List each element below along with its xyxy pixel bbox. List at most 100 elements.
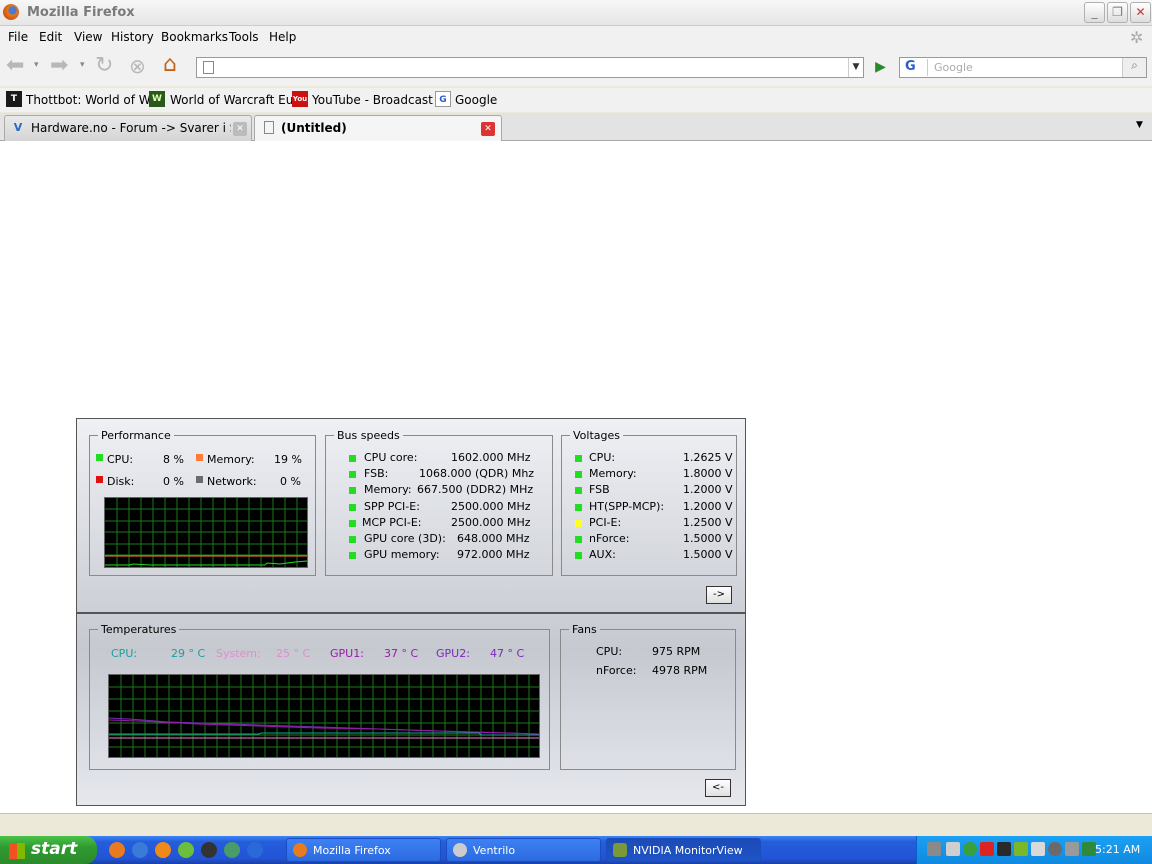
- volume-tray-icon[interactable]: [1031, 842, 1045, 856]
- tray-icon[interactable]: [1082, 842, 1096, 856]
- vlc-quicklaunch-icon[interactable]: [155, 842, 171, 858]
- network-error-tray-icon[interactable]: [980, 842, 994, 856]
- search-engine-icon[interactable]: G: [902, 59, 928, 76]
- taskbar: start Mozilla Firefox Ventrilo NVIDIA Mo…: [0, 836, 1152, 864]
- start-button[interactable]: start: [0, 836, 97, 864]
- forward-dropdown-icon[interactable]: ▾: [80, 60, 85, 70]
- reload-icon[interactable]: ↻: [95, 53, 113, 78]
- messenger-quicklaunch-icon[interactable]: [224, 842, 240, 858]
- bus-mcp-label: MCP PCI-E:: [362, 516, 422, 529]
- voltage-value: 1.8000 V: [683, 467, 733, 480]
- voltage-value: 1.2500 V: [683, 516, 733, 529]
- bus-status-icon: [349, 520, 356, 527]
- menu-file[interactable]: File: [8, 30, 28, 44]
- taskbar-ventrilo[interactable]: Ventrilo: [446, 838, 601, 862]
- expand-button[interactable]: ->: [706, 586, 732, 604]
- tab-label: Hardware.no - Forum -> Svarer i Spør...: [31, 121, 231, 135]
- menu-edit[interactable]: Edit: [39, 30, 62, 44]
- voltage-status-icon: [575, 504, 582, 511]
- fan-cpu-value: 975 RPM: [652, 645, 701, 658]
- stop-icon[interactable]: ⊗: [129, 54, 146, 78]
- tab-close-icon[interactable]: ✕: [233, 122, 247, 136]
- voltage-status-icon: [575, 471, 582, 478]
- minimize-button[interactable]: _: [1084, 2, 1105, 23]
- menu-help[interactable]: Help: [269, 30, 296, 44]
- menu-history[interactable]: History: [111, 30, 154, 44]
- back-icon[interactable]: ⬅: [6, 53, 24, 78]
- tray-icon[interactable]: [946, 842, 960, 856]
- perf-memory-label: Memory:: [207, 453, 255, 466]
- youtube-icon: You: [292, 91, 308, 107]
- voltage-value: 1.2000 V: [683, 500, 733, 513]
- bus-memory-value: 667.500 (DDR2) MHz: [417, 483, 534, 496]
- messenger-tray-icon[interactable]: [963, 842, 977, 856]
- bus-mcp-value: 2500.000 MHz: [451, 516, 531, 529]
- forward-icon[interactable]: ➡: [50, 53, 68, 78]
- tray-icon[interactable]: [1048, 842, 1062, 856]
- voltage-label: nForce:: [589, 532, 630, 545]
- tab-list-dropdown-icon[interactable]: ▼: [1136, 120, 1143, 130]
- nvidia-tray-icon[interactable]: [1014, 842, 1028, 856]
- network-legend-icon: [196, 476, 203, 483]
- bus-spp-value: 2500.000 MHz: [451, 500, 531, 513]
- temperatures-graph-svg: [109, 675, 539, 757]
- menu-bar: File Edit View History Bookmarks Tools H…: [0, 26, 1152, 48]
- hardware-no-icon: V: [13, 121, 23, 134]
- back-dropdown-icon[interactable]: ▾: [34, 60, 39, 70]
- tab-label: (Untitled): [281, 121, 347, 135]
- ie-quicklaunch-icon[interactable]: [247, 842, 263, 858]
- windows-logo-icon: [9, 843, 25, 859]
- maximize-button[interactable]: ❐: [1107, 2, 1128, 23]
- bus-fsb-value: 1068.000 (QDR) Mhz: [419, 467, 535, 480]
- steam-quicklaunch-icon[interactable]: [201, 842, 217, 858]
- tray-icon[interactable]: [997, 842, 1011, 856]
- taskbar-firefox-label: Mozilla Firefox: [313, 844, 391, 857]
- close-button[interactable]: ✕: [1130, 2, 1151, 23]
- bookmark-google[interactable]: Google: [455, 93, 497, 107]
- collapse-button[interactable]: <-: [705, 779, 731, 797]
- voltage-value: 1.2000 V: [683, 483, 733, 496]
- firefox-quicklaunch-icon[interactable]: [109, 842, 125, 858]
- bookmark-youtube[interactable]: YouTube - Broadcast ...: [312, 93, 448, 107]
- media-player-quicklaunch-icon[interactable]: [132, 842, 148, 858]
- bus-status-icon: [349, 471, 356, 478]
- go-button[interactable]: ▶: [870, 57, 891, 78]
- voltage-label: HT(SPP-MCP):: [589, 500, 665, 513]
- tab-untitled[interactable]: (Untitled) ✕: [254, 115, 502, 141]
- perf-disk-value: 0 %: [163, 475, 184, 488]
- tab-close-icon[interactable]: ✕: [481, 122, 495, 136]
- tab-hardware-forum[interactable]: V Hardware.no - Forum -> Svarer i Spør..…: [4, 115, 252, 141]
- menu-bookmarks[interactable]: Bookmarks: [161, 30, 228, 44]
- tray-icon[interactable]: [927, 842, 941, 856]
- menu-tools[interactable]: Tools: [229, 30, 259, 44]
- url-bar[interactable]: ▼: [196, 57, 864, 78]
- perf-network-label: Network:: [207, 475, 257, 488]
- title-bar[interactable]: Mozilla Firefox _ ❐ ✕: [0, 0, 1152, 26]
- taskbar-nvidia-monitorview[interactable]: NVIDIA MonitorView: [606, 838, 761, 862]
- home-icon[interactable]: ⌂: [163, 52, 177, 77]
- bookmark-thottbot[interactable]: Thottbot: World of W...: [26, 93, 161, 107]
- menu-view[interactable]: View: [74, 30, 102, 44]
- voltage-label: FSB: [589, 483, 610, 496]
- tray-icon[interactable]: [1065, 842, 1079, 856]
- bus-memory-label: Memory:: [364, 483, 412, 496]
- performance-title: Performance: [101, 429, 171, 442]
- bus-status-icon: [349, 504, 356, 511]
- temp-cpu-label: CPU:: [111, 647, 138, 660]
- voltage-label: PCI-E:: [589, 516, 622, 529]
- temp-system-value: 25 ° C: [276, 647, 311, 660]
- search-box[interactable]: G Google ⌕: [899, 57, 1147, 78]
- fan-nforce-label: nForce:: [596, 664, 637, 677]
- page-icon: [203, 61, 214, 74]
- perf-cpu-value: 8 %: [163, 453, 184, 466]
- google-icon: G: [435, 91, 451, 107]
- voltage-value: 1.5000 V: [683, 548, 733, 561]
- voltage-status-icon: [575, 536, 582, 543]
- app-quicklaunch-icon[interactable]: [178, 842, 194, 858]
- url-dropdown-icon[interactable]: ▼: [848, 58, 863, 77]
- taskbar-firefox[interactable]: Mozilla Firefox: [286, 838, 441, 862]
- voltage-status-icon: [575, 455, 582, 462]
- search-icon[interactable]: ⌕: [1122, 58, 1146, 77]
- bookmark-wow[interactable]: World of Warcraft Eu...: [170, 93, 305, 107]
- temp-gpu2-label: GPU2:: [436, 647, 470, 660]
